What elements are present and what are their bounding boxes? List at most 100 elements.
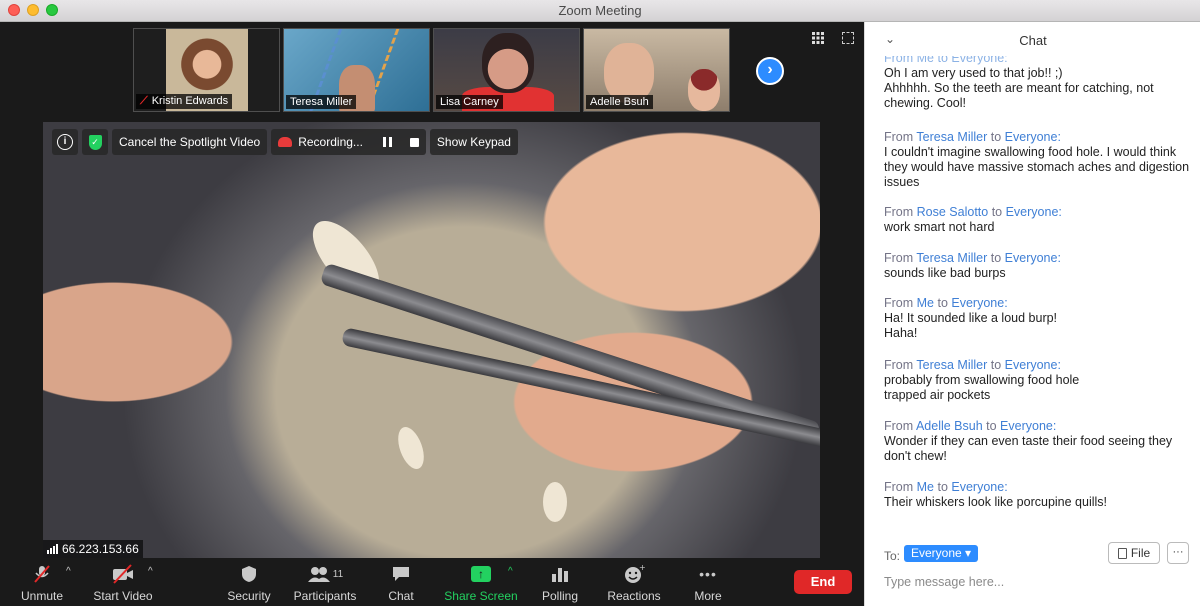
participant-video (604, 43, 654, 103)
unmute-button[interactable]: Unmute (16, 562, 68, 603)
more-label: More (694, 589, 722, 603)
participant-video (688, 69, 720, 111)
spotlight-video (43, 122, 820, 558)
connection-info: 66.223.153.66 (43, 540, 143, 558)
chat-message: From Teresa Miller to Everyone: sounds l… (884, 251, 1194, 281)
participants-label: Participants (293, 589, 357, 603)
file-button[interactable]: File (1108, 542, 1160, 564)
chat-panel: ⌄ Chat From Me to Everyone: Oh I am very… (864, 22, 1200, 606)
to-label: To: (884, 549, 901, 563)
chat-more-options-button[interactable]: ··· (1167, 542, 1189, 564)
end-meeting-button[interactable]: End (794, 570, 852, 594)
participant-strip: ⟋ Kristin Edwards Teresa Miller Lisa Carn… (0, 22, 864, 121)
message-text: Ha! It sounded like a loud burp! Haha! (884, 311, 1058, 340)
title-bar: Zoom Meeting (0, 0, 1200, 22)
file-label: File (1130, 546, 1151, 560)
message-header: From Teresa Miller to Everyone: (884, 251, 1061, 265)
zoom-window: Zoom Meeting ⟋ Kristin Edwards Teresa Mil… (0, 0, 1200, 606)
participant-tile[interactable]: Adelle Bsuh (583, 28, 730, 112)
stop-recording-icon[interactable] (409, 137, 419, 147)
security-label: Security (227, 589, 271, 603)
message-text: Ahhhhh. So the teeth are meant for catch… (884, 81, 1154, 110)
message-text: sounds like bad burps (884, 266, 1006, 280)
chat-message: From Teresa Miller to Everyone: I couldn… (884, 130, 1194, 190)
participants-button[interactable]: 11 Participants (292, 562, 358, 603)
muted-mic-icon (16, 562, 68, 586)
participant-name-label: Adelle Bsuh (586, 95, 653, 109)
message-text: I couldn't imagine swallowing food hole.… (884, 145, 1190, 189)
chat-message: From Teresa Miller to Everyone: probably… (884, 358, 1194, 403)
svg-text:+: + (639, 564, 645, 572)
message-text: probably from swallowing food hole trapp… (884, 373, 1080, 402)
message-text: Oh I am very used to that job!! ;) (884, 66, 1063, 80)
document-icon (1117, 547, 1127, 559)
video-options-caret-icon[interactable]: ^ (148, 566, 153, 577)
share-screen-icon: ↑ (444, 562, 518, 586)
chat-header: ⌄ Chat (865, 22, 1200, 60)
reactions-label: Reactions (607, 589, 661, 603)
next-participants-arrow-icon[interactable]: › (756, 57, 784, 85)
meeting-toolbar: Unmute ^ Start Video ^ Security 11 Parti… (0, 558, 864, 606)
reactions-button[interactable]: + Reactions (606, 562, 662, 603)
share-options-caret-icon[interactable]: ^ (508, 566, 513, 577)
video-off-icon (92, 562, 154, 586)
participant-name-label: ⟋ Kristin Edwards (136, 94, 233, 109)
polling-label: Polling (541, 589, 579, 603)
chat-message: From Me to Everyone: Ha! It sounded like… (884, 296, 1194, 341)
pause-recording-icon[interactable] (382, 137, 392, 147)
gallery-view-icon[interactable] (812, 32, 824, 44)
participant-tile[interactable]: Teresa Miller (283, 28, 430, 112)
fullscreen-icon[interactable] (842, 32, 854, 44)
recording-indicator: Recording... (271, 129, 426, 155)
recipient-dropdown[interactable]: Everyone ▾ (904, 545, 979, 562)
unmute-label: Unmute (20, 589, 64, 603)
info-icon: i (57, 134, 73, 150)
bar-chart-icon (540, 562, 580, 586)
cancel-spotlight-button[interactable]: Cancel the Spotlight Video (112, 129, 268, 155)
chat-message: From Adelle Bsuh to Everyone: Wonder if … (884, 419, 1194, 464)
security-button[interactable]: Security (226, 562, 272, 603)
message-header: From Teresa Miller to Everyone: (884, 358, 1061, 372)
specimen (543, 482, 567, 522)
show-keypad-button[interactable]: Show Keypad (429, 129, 518, 155)
chat-message: From Rose Salotto to Everyone: work smar… (884, 205, 1194, 235)
participant-tile[interactable]: Lisa Carney (433, 28, 580, 112)
meeting-info-button[interactable]: i (52, 129, 78, 155)
participant-video (482, 33, 534, 93)
signal-strength-icon (47, 544, 58, 554)
specimen (393, 423, 429, 473)
message-header: From Adelle Bsuh to Everyone: (884, 419, 1057, 433)
chat-bubble-icon (386, 562, 416, 586)
message-text: work smart not hard (884, 220, 995, 234)
chat-message: From Me to Everyone: Oh I am very used t… (884, 56, 1194, 111)
polling-button[interactable]: Polling (540, 562, 580, 603)
encryption-button[interactable]: ✓ (82, 129, 108, 155)
chat-footer: To: Everyone ▾ File ··· (865, 542, 1200, 606)
start-video-button[interactable]: Start Video (92, 562, 154, 603)
participant-tile[interactable]: ⟋ Kristin Edwards (133, 28, 280, 112)
shield-check-icon: ✓ (88, 134, 102, 150)
audio-options-caret-icon[interactable]: ^ (66, 566, 71, 577)
video-stage: ⟋ Kristin Edwards Teresa Miller Lisa Carn… (0, 22, 864, 558)
share-screen-button[interactable]: ↑ Share Screen (444, 562, 518, 603)
message-input[interactable] (884, 572, 1184, 592)
ip-address: 66.223.153.66 (62, 542, 139, 556)
message-text: Wonder if they can even taste their food… (884, 434, 1173, 463)
share-screen-label: Share Screen (444, 589, 518, 603)
message-header: From Teresa Miller to Everyone: (884, 130, 1061, 144)
message-header: From Me to Everyone: (884, 56, 1008, 65)
participants-count: 11 (332, 568, 344, 580)
message-header: From Me to Everyone: (884, 480, 1008, 494)
message-header: From Rose Salotto to Everyone: (884, 205, 1062, 219)
muted-mic-icon: ⟋ (140, 95, 148, 107)
participants-icon: 11 (292, 562, 358, 586)
smiley-icon: + (606, 562, 662, 586)
chat-message: From Me to Everyone: Their whiskers look… (884, 480, 1194, 510)
more-dots-icon: ••• (699, 566, 717, 582)
chat-button[interactable]: Chat (386, 562, 416, 603)
message-text: Their whiskers look like porcupine quill… (884, 495, 1108, 509)
recording-cloud-icon (278, 137, 293, 147)
more-button[interactable]: ••• More (692, 562, 724, 603)
chat-messages: From Me to Everyone: Oh I am very used t… (865, 56, 1200, 546)
recording-label: Recording... (298, 135, 363, 149)
